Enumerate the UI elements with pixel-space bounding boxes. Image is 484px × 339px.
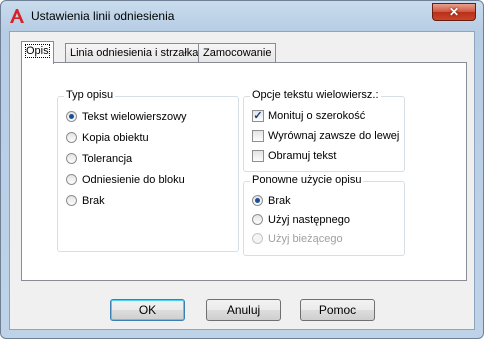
- tab-opis-label: Opis: [25, 44, 50, 58]
- radio-label: Brak: [268, 195, 291, 207]
- title-bar[interactable]: Ustawienia linii odniesienia ✕: [1, 1, 483, 31]
- autocad-a-icon: [10, 9, 24, 23]
- radio-button[interactable]: [66, 174, 77, 185]
- close-icon: ✕: [448, 5, 460, 19]
- group-typ-opisu: Typ opisu Tekst wielowierszowy Kopia obi…: [57, 89, 239, 252]
- radio-button[interactable]: [66, 132, 77, 143]
- radio-button-checked[interactable]: [66, 111, 77, 122]
- close-button[interactable]: ✕: [432, 3, 476, 21]
- group-opcje-tekstu: Opcje tekstu wielowiersz.: ✓ Monituj o s…: [243, 89, 405, 172]
- tab-zamocowanie[interactable]: Zamocowanie: [198, 43, 277, 63]
- radio-button[interactable]: [66, 153, 77, 164]
- tab-zamocowanie-label: Zamocowanie: [203, 47, 272, 59]
- group-typ-opisu-legend: Typ opisu: [64, 89, 116, 101]
- tab-opis[interactable]: Opis: [21, 41, 54, 64]
- checkbox-checked[interactable]: ✓: [252, 110, 264, 122]
- group-ponowne-uzycie: Ponowne użycie opisu Brak Użyj następneg…: [243, 174, 405, 256]
- checkbox-label: Monituj o szerokość: [268, 110, 366, 122]
- checkbox-label: Obramuj tekst: [268, 150, 337, 162]
- group-opcje-tekstu-legend: Opcje tekstu wielowiersz.:: [250, 89, 381, 101]
- cancel-button[interactable]: Anuluj: [206, 299, 281, 321]
- ok-button[interactable]: OK: [110, 299, 185, 321]
- checkbox-label: Wyrównaj zawsze do lewej: [268, 130, 400, 142]
- help-button[interactable]: Pomoc: [300, 299, 375, 321]
- dialog-client-area: Opis Linia odniesienia i strzałka Zamoco…: [9, 31, 475, 330]
- tab-linia-odniesienia[interactable]: Linia odniesienia i strzałka: [65, 43, 204, 63]
- radio-button[interactable]: [66, 195, 77, 206]
- radio-label: Użyj bieżącego: [268, 233, 343, 245]
- tab-linia-odniesienia-label: Linia odniesienia i strzałka: [70, 47, 199, 59]
- radio-label: Tekst wielowierszowy: [82, 111, 187, 123]
- radio-button-disabled: [252, 233, 263, 244]
- radio-label: Brak: [82, 195, 105, 207]
- window-title: Ustawienia linii odniesienia: [31, 9, 175, 23]
- checkbox[interactable]: [252, 150, 264, 162]
- radio-button-checked[interactable]: [252, 195, 263, 206]
- checkbox[interactable]: [252, 130, 264, 142]
- group-ponowne-uzycie-legend: Ponowne użycie opisu: [250, 174, 364, 186]
- radio-label: Użyj następnego: [268, 214, 350, 226]
- dialog-window: Ustawienia linii odniesienia ✕ Opis Lini…: [0, 0, 484, 339]
- radio-label: Kopia obiektu: [82, 132, 149, 144]
- radio-label: Odniesienie do bloku: [82, 174, 185, 186]
- radio-button[interactable]: [252, 214, 263, 225]
- tab-panel-opis: Typ opisu Tekst wielowierszowy Kopia obi…: [21, 62, 467, 281]
- radio-label: Tolerancja: [82, 153, 133, 165]
